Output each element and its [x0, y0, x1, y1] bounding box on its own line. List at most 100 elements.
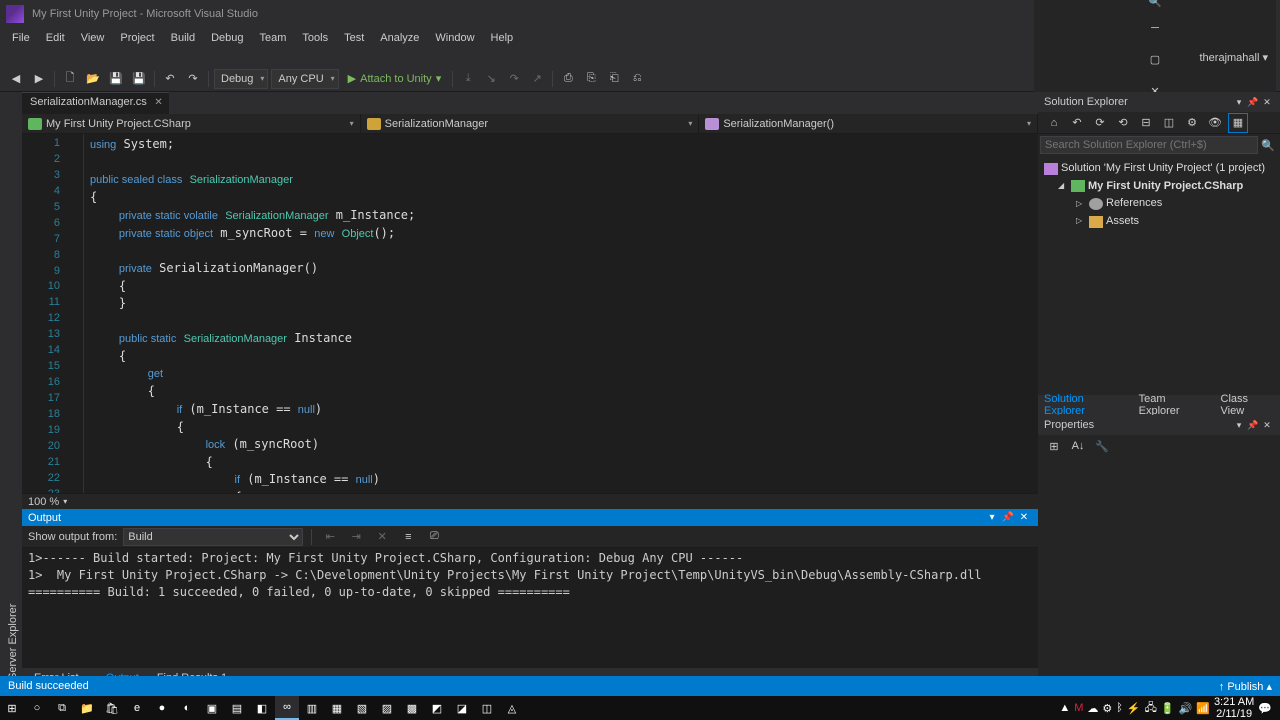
- nav-class-dropdown[interactable]: SerializationManager: [361, 114, 700, 133]
- step-button[interactable]: ⤓: [458, 69, 478, 89]
- prop-pin-icon[interactable]: 📌: [1246, 420, 1260, 431]
- step-into-button[interactable]: ↘: [481, 69, 501, 89]
- app-icon-9[interactable]: ▩: [400, 696, 424, 720]
- tab-server-explorer[interactable]: Server Explorer: [4, 92, 22, 688]
- nav-fwd-button[interactable]: ▶: [29, 69, 49, 89]
- code-editor[interactable]: 1234567891011121314151617181920212223242…: [22, 134, 1038, 493]
- tray-icon-8[interactable]: 🔋: [1161, 702, 1175, 715]
- nav-project-dropdown[interactable]: My First Unity Project.CSharp: [22, 114, 361, 133]
- se-search-icon[interactable]: 🔍: [1258, 135, 1278, 155]
- menu-help[interactable]: Help: [485, 30, 520, 46]
- prop-az-icon[interactable]: A↓: [1068, 436, 1088, 456]
- out-btn1[interactable]: ⇤: [320, 527, 340, 547]
- se-back-icon[interactable]: ↶: [1067, 113, 1087, 133]
- step-over-button[interactable]: ↷: [504, 69, 524, 89]
- app-icon-2[interactable]: ▣: [200, 696, 224, 720]
- app-icon-8[interactable]: ▨: [375, 696, 399, 720]
- config-dropdown[interactable]: Debug: [214, 69, 268, 89]
- se-preview-icon[interactable]: 👁: [1205, 113, 1225, 133]
- se-dropdown-icon[interactable]: ▾: [1232, 97, 1246, 108]
- tray-icon-2[interactable]: M: [1074, 702, 1083, 714]
- solution-node[interactable]: Solution 'My First Unity Project' (1 pro…: [1040, 160, 1278, 178]
- taskbar-date[interactable]: 2/11/19: [1214, 708, 1254, 720]
- tray-icon-5[interactable]: ᛒ: [1116, 702, 1123, 714]
- menu-tools[interactable]: Tools: [296, 30, 334, 46]
- cortana-icon[interactable]: ○: [25, 696, 49, 720]
- se-refresh-icon[interactable]: ⟲: [1113, 113, 1133, 133]
- document-tab[interactable]: SerializationManager.cs ✕: [22, 92, 169, 114]
- tab-toolbox[interactable]: Toolbox: [0, 92, 4, 688]
- app-icon-6[interactable]: ▦: [325, 696, 349, 720]
- prop-dropdown-icon[interactable]: ▾: [1232, 420, 1246, 431]
- debug-btn-1[interactable]: ⎙: [558, 69, 578, 89]
- output-from-select[interactable]: Build: [123, 528, 303, 546]
- tab-close-icon[interactable]: ✕: [154, 97, 162, 108]
- app-icon-13[interactable]: ◬: [500, 696, 524, 720]
- status-publish[interactable]: ↑ Publish ▴: [1219, 680, 1272, 693]
- nav-member-dropdown[interactable]: SerializationManager(): [699, 114, 1038, 133]
- explorer-icon[interactable]: 📁: [75, 696, 99, 720]
- taskbar-time[interactable]: 3:21 AM: [1214, 696, 1254, 708]
- tray-volume-icon[interactable]: 🔊: [1179, 702, 1193, 715]
- se-show-all-icon[interactable]: ◫: [1159, 113, 1179, 133]
- search-icon[interactable]: 🔍: [1148, 0, 1162, 8]
- nav-back-button[interactable]: ◀: [6, 69, 26, 89]
- menu-analyze[interactable]: Analyze: [374, 30, 425, 46]
- chrome-icon[interactable]: ◐: [175, 696, 199, 720]
- windows-taskbar[interactable]: ⊞ ○ ⧉ 📁 🛍 e ● ◐ ▣ ▤ ◧ ∞ ▥ ▦ ▧ ▨ ▩ ◩ ◪ ◫ …: [0, 696, 1280, 720]
- output-close-icon[interactable]: ✕: [1016, 512, 1032, 523]
- tray-icon-4[interactable]: ⚙: [1102, 702, 1112, 715]
- se-search-input[interactable]: [1040, 136, 1258, 154]
- zoom-level[interactable]: 100 %: [28, 496, 59, 508]
- app-icon-4[interactable]: ◧: [250, 696, 274, 720]
- minimize-button[interactable]: ─: [1141, 16, 1169, 40]
- solution-tree[interactable]: Solution 'My First Unity Project' (1 pro…: [1038, 156, 1280, 395]
- output-pin-icon[interactable]: 📌: [1000, 512, 1016, 523]
- se-home-icon[interactable]: ⌂: [1044, 113, 1064, 133]
- edge-icon[interactable]: e: [125, 696, 149, 720]
- app-icon-1[interactable]: ●: [150, 696, 174, 720]
- tray-icon-7[interactable]: 🖧: [1145, 699, 1157, 718]
- menu-view[interactable]: View: [75, 30, 111, 46]
- taskview-icon[interactable]: ⧉: [50, 696, 74, 720]
- app-icon-3[interactable]: ▤: [225, 696, 249, 720]
- menu-edit[interactable]: Edit: [40, 30, 71, 46]
- open-button[interactable]: 📂: [83, 69, 103, 89]
- menu-test[interactable]: Test: [338, 30, 370, 46]
- app-icon-12[interactable]: ◫: [475, 696, 499, 720]
- se-collapse-icon[interactable]: ⊟: [1136, 113, 1156, 133]
- start-icon[interactable]: ⊞: [0, 696, 24, 720]
- references-node[interactable]: ▷References: [1040, 195, 1278, 213]
- tray-icon-3[interactable]: ☁: [1087, 702, 1098, 715]
- zoom-dropdown-icon[interactable]: ▾: [63, 497, 67, 506]
- se-sync-icon[interactable]: ⟳: [1090, 113, 1110, 133]
- notifications-icon[interactable]: 💬: [1258, 702, 1272, 715]
- project-node[interactable]: ◢My First Unity Project.CSharp: [1040, 178, 1278, 196]
- save-button[interactable]: 💾: [106, 69, 126, 89]
- output-dropdown-icon[interactable]: ▾: [984, 512, 1000, 523]
- step-out-button[interactable]: ↗: [527, 69, 547, 89]
- tray-wifi-icon[interactable]: 📶: [1196, 702, 1210, 715]
- user-name[interactable]: therajmahall ▾: [1194, 51, 1275, 64]
- output-panel-header[interactable]: Output ▾ 📌 ✕: [22, 509, 1038, 526]
- menu-window[interactable]: Window: [429, 30, 480, 46]
- platform-dropdown[interactable]: Any CPU: [271, 69, 338, 89]
- tray-icon-6[interactable]: ⚡: [1127, 702, 1141, 715]
- out-wrap-button[interactable]: ≡: [398, 527, 418, 547]
- app-icon-7[interactable]: ▧: [350, 696, 374, 720]
- se-pin-icon[interactable]: 📌: [1246, 97, 1260, 108]
- se-properties-icon[interactable]: ⚙: [1182, 113, 1202, 133]
- se-view-icon[interactable]: ▦: [1228, 113, 1248, 133]
- out-btn2[interactable]: ⇥: [346, 527, 366, 547]
- menu-build[interactable]: Build: [165, 30, 201, 46]
- solution-explorer-header[interactable]: Solution Explorer ▾ 📌 ✕: [1038, 92, 1280, 112]
- properties-header[interactable]: Properties ▾ 📌 ✕: [1038, 415, 1280, 435]
- code-area[interactable]: using System; public sealed class Serial…: [84, 134, 1038, 493]
- undo-button[interactable]: ↶: [160, 69, 180, 89]
- menu-file[interactable]: File: [6, 30, 36, 46]
- new-button[interactable]: 🗋: [60, 69, 80, 89]
- maximize-button[interactable]: ▢: [1141, 48, 1169, 72]
- prop-close-icon[interactable]: ✕: [1260, 420, 1274, 431]
- debug-btn-2[interactable]: ⎘: [581, 69, 601, 89]
- fold-margin[interactable]: [70, 134, 84, 493]
